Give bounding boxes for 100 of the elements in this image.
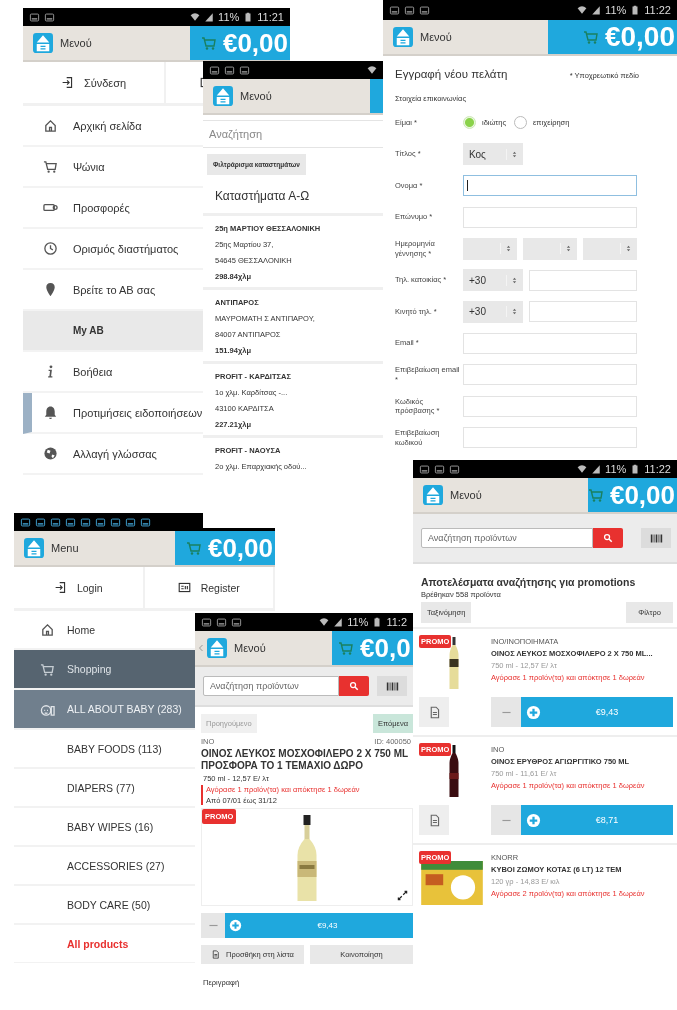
logo-icon (207, 638, 227, 658)
text-field[interactable] (463, 175, 637, 197)
pin-icon (43, 282, 58, 297)
chevron-left-icon[interactable] (197, 642, 205, 654)
search-icon (349, 681, 359, 691)
notification-icon (389, 4, 400, 16)
cart-icon (338, 640, 354, 656)
logo-icon (33, 33, 53, 53)
menu-label[interactable]: Menu (51, 542, 79, 554)
dropdown[interactable]: +30 (463, 269, 523, 292)
notification-icon (140, 516, 151, 528)
dropdown[interactable] (523, 237, 577, 260)
barcode-icon (385, 679, 399, 693)
notification-icon (125, 516, 136, 528)
document-icon (211, 950, 221, 959)
wifi-icon (367, 65, 377, 75)
results-heading: Αποτελέσματα αναζήτησης για promotions (420, 575, 637, 588)
radio-button[interactable] (514, 116, 527, 130)
barcode-button[interactable] (641, 528, 671, 548)
expand-icon[interactable] (397, 890, 408, 901)
wifi-icon (319, 617, 330, 627)
dropdown[interactable] (583, 237, 637, 260)
cart-icon (588, 487, 604, 503)
wifi-icon (577, 464, 588, 474)
barcode-button[interactable] (377, 676, 407, 696)
notification-icon (209, 64, 220, 76)
details-button[interactable] (419, 805, 449, 835)
signal-icon (333, 617, 344, 627)
dropdown[interactable] (463, 237, 517, 260)
notification-icon (29, 11, 40, 23)
decrease-button[interactable] (491, 697, 521, 727)
updown-icon (500, 243, 513, 255)
menu-item[interactable]: Προτιμήσεις ειδοποιήσεων (23, 393, 203, 434)
menu-label[interactable]: Μενού (450, 489, 482, 501)
search-icon (603, 533, 613, 543)
section-heading: Καταστήματα Α-Ω (214, 188, 311, 205)
globe-icon (43, 446, 58, 461)
decrease-button[interactable] (491, 805, 521, 835)
cart-icon (200, 35, 217, 51)
search-field[interactable]: Αναζήτηση προϊόντων (421, 528, 593, 548)
battery-level: 11% (218, 11, 240, 23)
cart-icon (582, 29, 599, 45)
register-icon (177, 581, 191, 594)
form-title: Εγγραφή νέου πελάτη (395, 68, 508, 80)
notification-icon (201, 616, 212, 628)
menu-label[interactable]: Μενού (420, 31, 452, 43)
battery-level: 11% (347, 616, 369, 628)
plus-icon (526, 812, 541, 828)
signal-icon (204, 12, 215, 22)
logo-icon (423, 485, 443, 505)
search-button[interactable] (593, 528, 623, 548)
updown-icon (620, 243, 633, 255)
notification-icon (449, 463, 460, 475)
clock-icon (43, 241, 58, 256)
search-field[interactable]: Αναζήτηση προϊόντων (203, 676, 339, 696)
notification-icon (239, 64, 250, 76)
bell-icon (43, 405, 58, 420)
notification-icon (231, 616, 242, 628)
home-icon (40, 622, 55, 637)
details-button[interactable] (419, 697, 449, 727)
radio-button[interactable] (463, 116, 476, 130)
battery-level: 11% (605, 4, 627, 16)
plus-icon (229, 919, 242, 932)
notification-icon (95, 516, 106, 528)
clock-time: 11:22 (644, 4, 671, 16)
clock-time: 11:2 (386, 616, 407, 628)
updown-icon (506, 148, 519, 160)
notification-icon (110, 516, 121, 528)
login-icon (53, 581, 67, 594)
wifi-icon (190, 12, 201, 22)
menu-item[interactable]: ALL ABOUT BABY (283) (14, 690, 195, 730)
updown-icon (506, 274, 519, 286)
notification-icon (44, 11, 55, 23)
plus-icon (526, 704, 541, 720)
notification-icon (404, 4, 415, 16)
cart-button[interactable] (370, 79, 383, 113)
search-button[interactable] (339, 676, 369, 696)
cart-icon (40, 661, 55, 677)
battery-icon (243, 12, 254, 22)
menu-item[interactable]: My AB (23, 311, 203, 352)
notification-icon (65, 516, 76, 528)
dropdown[interactable]: +30 (463, 300, 523, 323)
login-icon (60, 76, 74, 89)
cart-icon (43, 159, 58, 174)
menu-label[interactable]: Μενού (234, 642, 266, 654)
menu-item[interactable]: Shopping (14, 650, 195, 690)
menu-label[interactable]: Μενού (60, 37, 92, 49)
menu-label[interactable]: Μενού (240, 90, 272, 102)
updown-icon (560, 243, 573, 255)
dropdown[interactable]: Κος (463, 143, 523, 166)
product-title: ΟΙΝΟΣ ΛΕΥΚΟΣ ΜΟΣΧΟΦΙΛΕΡΟ 2 Χ 750 ML ΠΡΟΣΦΟΡΑ ΤΟ 1 ΤΕΜΑΧΙΟ ΔΩΡΟ (200, 747, 409, 772)
notification-icon (419, 4, 430, 16)
clock-time: 11:21 (257, 11, 284, 23)
signal-icon (591, 464, 602, 474)
barcode-icon (649, 531, 663, 545)
decrease-button[interactable] (201, 913, 225, 938)
notification-icon (224, 64, 235, 76)
battery-icon (630, 464, 641, 474)
clock-time: 11:22 (644, 463, 671, 475)
notification-icon (434, 463, 445, 475)
